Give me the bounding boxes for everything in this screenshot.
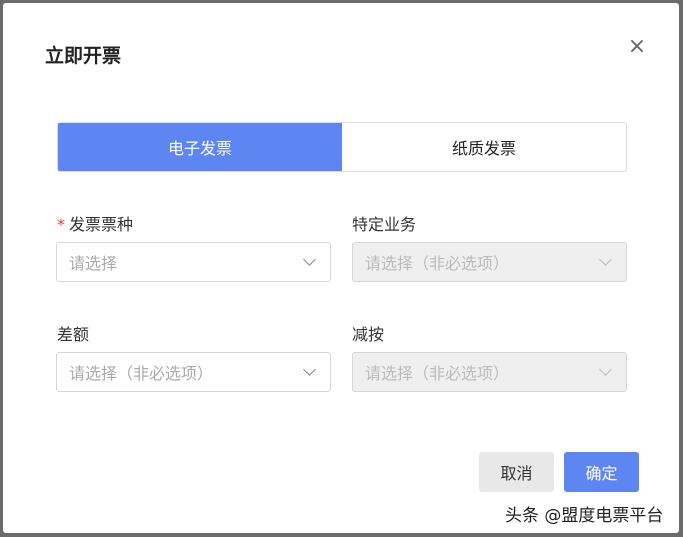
placeholder: 请选择（非必选项） — [365, 250, 509, 274]
invoice-kind-label: *发票票种 — [57, 211, 133, 235]
cancel-button[interactable]: 取消 — [479, 452, 554, 492]
chevron-down-icon — [599, 363, 612, 376]
invoice-dialog: 立即开票 × 电子发票 纸质发票 *发票票种 请选择 特定业务 请选择（非必选项… — [3, 3, 679, 533]
watermark: 头条 @盟度电票平台 — [505, 501, 663, 526]
dialog-title: 立即开票 — [45, 41, 121, 68]
invoice-kind-select[interactable]: 请选择 — [56, 242, 331, 282]
chevron-down-icon — [303, 363, 316, 376]
special-business-select[interactable]: 请选择（非必选项） — [352, 242, 627, 282]
reduced-rate-select[interactable]: 请选择（非必选项） — [352, 352, 627, 392]
invoice-type-tabs: 电子发票 纸质发票 — [57, 122, 627, 172]
placeholder: 请选择 — [69, 250, 117, 274]
confirm-button[interactable]: 确定 — [564, 452, 639, 492]
chevron-down-icon — [303, 253, 316, 266]
close-icon[interactable]: × — [627, 37, 647, 57]
reduced-rate-label: 减按 — [352, 321, 384, 345]
tab-electronic-invoice[interactable]: 电子发票 — [58, 123, 342, 171]
placeholder: 请选择（非必选项） — [365, 360, 509, 384]
difference-label: 差额 — [57, 321, 89, 345]
difference-select[interactable]: 请选择（非必选项） — [56, 352, 331, 392]
tab-paper-invoice[interactable]: 纸质发票 — [342, 123, 626, 171]
chevron-down-icon — [599, 253, 612, 266]
required-mark: * — [57, 215, 65, 234]
label-text: 发票票种 — [69, 215, 133, 234]
placeholder: 请选择（非必选项） — [69, 360, 213, 384]
special-business-label: 特定业务 — [352, 211, 416, 235]
